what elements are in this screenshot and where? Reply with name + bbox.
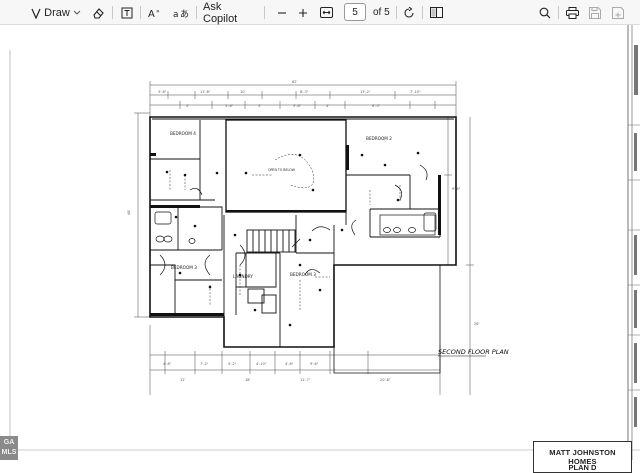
svg-text:6'-3": 6'-3" (372, 104, 381, 108)
translate-icon[interactable]: aあ (172, 0, 190, 25)
svg-text:4'-6": 4'-6" (163, 362, 172, 366)
draw-dropdown-chevron-icon[interactable] (72, 0, 82, 25)
svg-text:62': 62' (292, 80, 297, 84)
floor-plan-title: SECOND FLOOR PLAN (438, 348, 509, 356)
room-label-bedroom-4: BEDROOM 4 (170, 131, 196, 136)
eraser-icon[interactable] (90, 0, 106, 25)
print-icon[interactable] (564, 0, 580, 25)
svg-text:あ: あ (180, 9, 189, 19)
title-block: MATT JOHNSTON HOMES PLAN D (533, 441, 632, 473)
svg-text:A: A (148, 9, 155, 19)
svg-text:3'-6": 3'-6" (293, 104, 302, 108)
room-label-laundry: LAUNDRY (233, 274, 253, 279)
text-box-icon[interactable] (119, 0, 135, 25)
save-icon[interactable] (587, 0, 603, 25)
zoom-in-icon[interactable] (297, 0, 309, 25)
svg-text:4'-10": 4'-10" (256, 362, 267, 366)
svg-text:8'-3": 8'-3" (300, 90, 309, 94)
svg-text:4'-6": 4'-6" (285, 362, 294, 366)
svg-text:11'-6": 11'-6" (200, 90, 211, 94)
svg-text:48': 48' (127, 210, 131, 215)
room-label-bedroom-2: BEDROOM 2 (366, 136, 392, 141)
svg-text:»: » (156, 8, 160, 15)
draw-button[interactable]: Draw (44, 0, 70, 25)
plan-name: PLAN D (568, 463, 597, 472)
svg-text:13'-2": 13'-2" (360, 90, 371, 94)
zoom-out-icon[interactable] (276, 0, 288, 25)
read-aloud-icon[interactable]: A» (147, 0, 163, 25)
search-icon[interactable] (537, 0, 553, 25)
pdf-page-area: 62' 3'-6" 11'-6" 10' 8'-3" 13'-2" 7'-10" 4' 5… (0, 25, 640, 473)
svg-text:4': 4' (186, 104, 189, 108)
page-view-icon[interactable] (428, 0, 444, 25)
svg-text:10': 10' (240, 90, 245, 94)
floor-plan-drawing: 62' 3'-6" 11'-6" 10' 8'-3" 13'-2" 7'-10" 4' 5… (9, 25, 640, 460)
mls-watermark-logo: GA MLS (0, 436, 18, 460)
save-as-icon[interactable] (610, 0, 626, 25)
svg-text:5'-2": 5'-2" (228, 362, 237, 366)
room-label-bedroom-3-right: BEDROOM 3 (290, 272, 316, 277)
svg-text:11'-7": 11'-7" (300, 378, 311, 382)
open-to-below-label: OPEN TO BELOW (268, 168, 296, 172)
page-number-input[interactable] (344, 3, 366, 21)
svg-text:4': 4' (326, 104, 329, 108)
pdf-toolbar: Draw A» aあ Ask Copilot of 5 (0, 0, 640, 25)
svg-text:9'-6": 9'-6" (310, 362, 319, 366)
svg-text:18': 18' (245, 378, 250, 382)
svg-text:5'-6": 5'-6" (225, 104, 234, 108)
svg-text:12': 12' (180, 378, 185, 382)
page-total: of 5 (373, 7, 390, 18)
svg-text:a: a (173, 10, 179, 19)
svg-text:3': 3' (258, 104, 261, 108)
draw-icon[interactable] (28, 0, 44, 25)
svg-text:20'-8": 20'-8" (380, 378, 391, 382)
room-label-bedroom-3-left: BEDROOM 3 (171, 265, 197, 270)
svg-text:7'-2": 7'-2" (200, 362, 209, 366)
fit-to-page-icon[interactable] (318, 0, 334, 25)
rotate-icon[interactable] (402, 0, 416, 25)
ask-copilot-button[interactable]: Ask Copilot (203, 0, 249, 25)
svg-text:3'-6": 3'-6" (158, 90, 167, 94)
svg-text:7'-10": 7'-10" (410, 90, 421, 94)
svg-text:26': 26' (474, 322, 479, 326)
